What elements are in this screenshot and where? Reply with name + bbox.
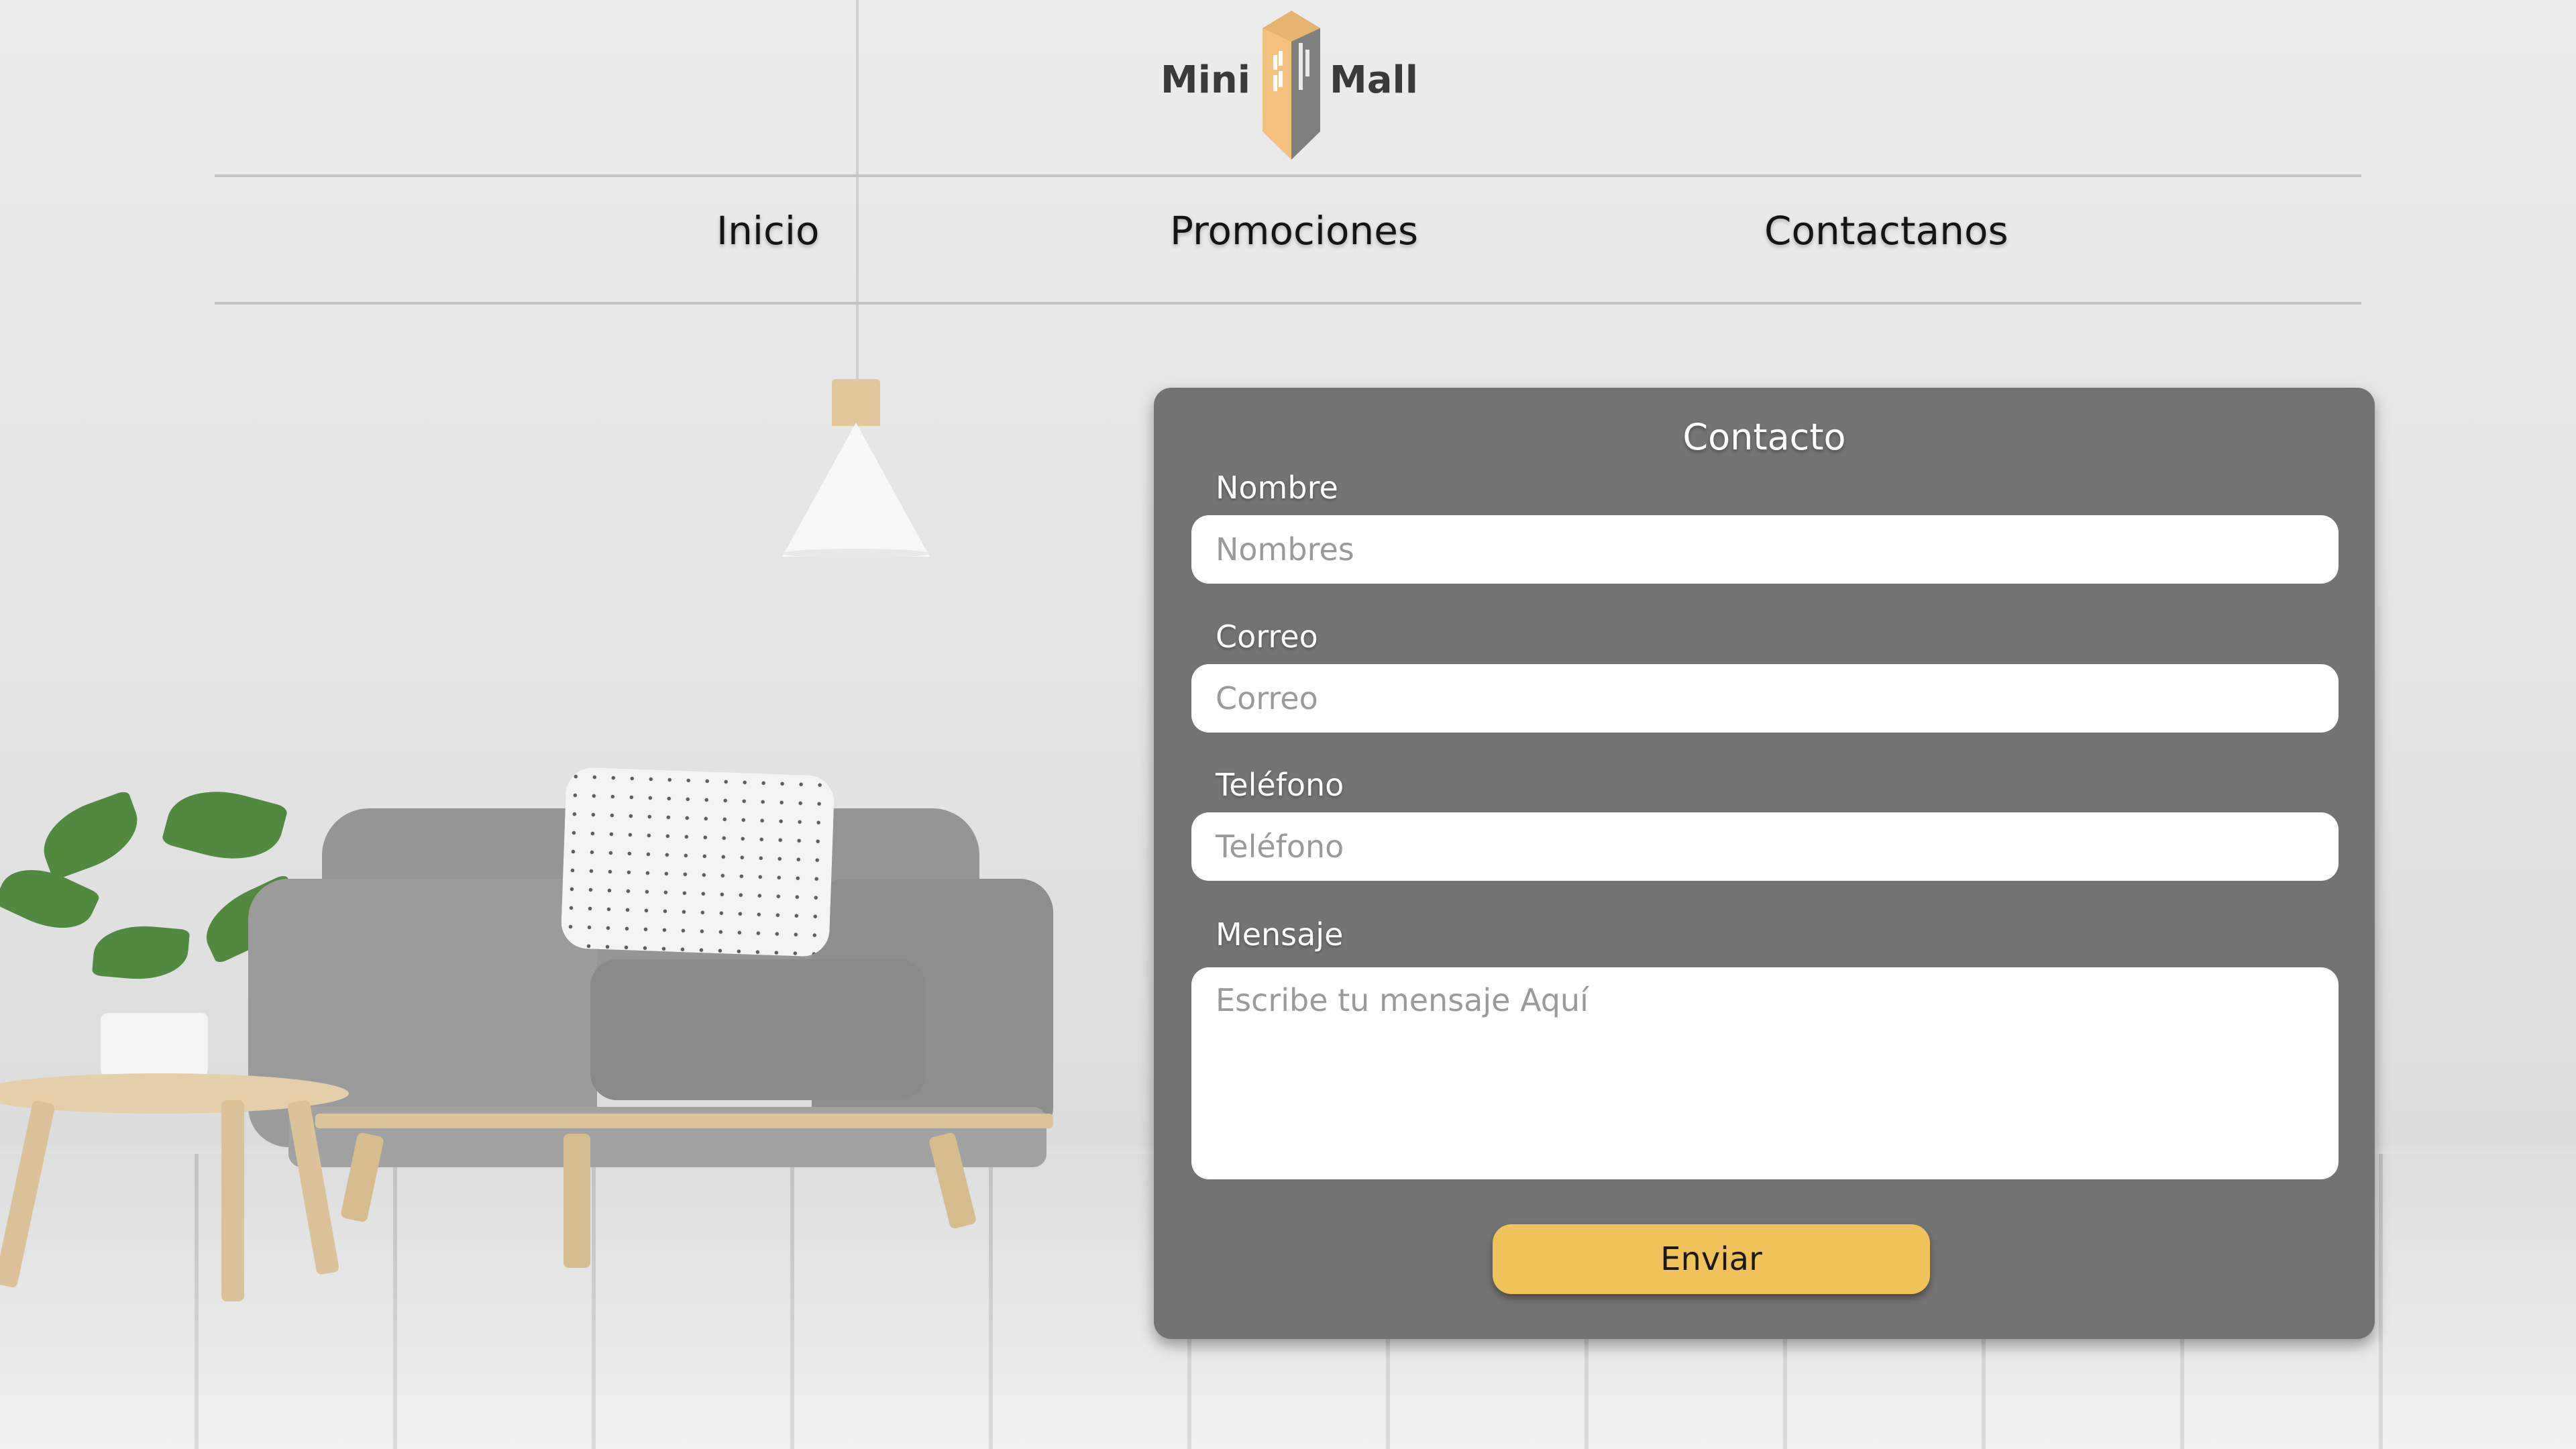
minimall-logo[interactable]: Mini Mall [1161, 8, 1429, 162]
email-label: Correo [1216, 619, 1318, 655]
email-input[interactable] [1191, 664, 2339, 733]
send-button[interactable]: Enviar [1493, 1224, 1930, 1294]
lamp-cord [856, 0, 859, 382]
contact-form: Contacto Nombre Correo Teléfono Mensaje … [1154, 388, 2375, 1339]
message-textarea[interactable] [1191, 967, 2339, 1179]
message-label: Mensaje [1216, 916, 1344, 953]
pillow [560, 767, 835, 957]
nav-promociones[interactable]: Promociones [1170, 208, 1418, 254]
phone-input[interactable] [1191, 812, 2339, 881]
phone-label: Teléfono [1216, 767, 1344, 803]
pendant-lamp [782, 423, 930, 557]
plant-leaf [33, 790, 148, 881]
plant-leaf [91, 922, 191, 983]
header-divider-bottom [215, 302, 2361, 305]
nav-contactanos[interactable]: Contactanos [1764, 208, 2008, 254]
header-divider-top [215, 174, 2361, 177]
form-title: Contacto [1682, 416, 1846, 458]
name-label: Nombre [1216, 470, 1338, 506]
nav-inicio[interactable]: Inicio [716, 208, 819, 254]
name-input[interactable] [1191, 515, 2339, 584]
logo-text-right: Mall [1330, 58, 1418, 102]
plant-leaf [160, 777, 289, 873]
lamp-cap [832, 379, 880, 426]
